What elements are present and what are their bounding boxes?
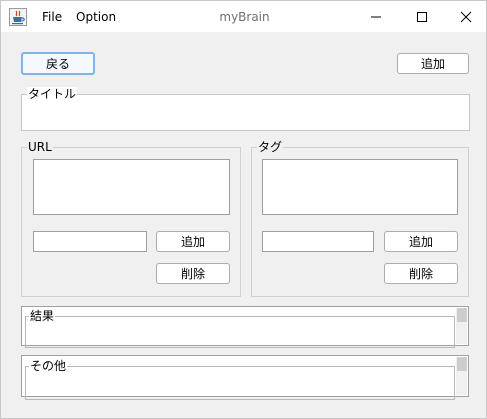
url-delete-button[interactable]: 削除 [156, 263, 230, 284]
title-field-label: タイトル [27, 87, 78, 101]
url-panel-label: URL [27, 140, 53, 154]
result-scrollbar[interactable] [456, 308, 467, 344]
tag-delete-button[interactable]: 削除 [384, 263, 458, 284]
result-content: 結果 [23, 308, 455, 348]
result-area[interactable]: 結果 [25, 309, 455, 348]
minimize-button[interactable] [353, 1, 399, 33]
close-icon [460, 11, 472, 23]
window-titlebar: File Option myBrain [0, 0, 487, 32]
result-label: 結果 [29, 309, 56, 323]
url-input[interactable] [33, 231, 147, 252]
other-scrollbar[interactable] [456, 357, 467, 395]
other-scroll-pane[interactable]: その他 [21, 355, 469, 400]
window-client-area: 戻る 追加 タイトル URL 追加 削除 タグ 追加 削除 結果 その他 [0, 32, 487, 419]
tag-list[interactable] [262, 159, 458, 215]
title-field[interactable]: タイトル [21, 87, 470, 131]
tag-panel-label: タグ [257, 140, 284, 154]
maximize-button[interactable] [399, 1, 445, 33]
result-scroll-pane[interactable]: 結果 [21, 306, 469, 348]
add-button[interactable]: 追加 [397, 53, 469, 74]
result-scrollbar-thumb[interactable] [457, 308, 467, 322]
tag-add-button[interactable]: 追加 [384, 231, 458, 252]
minimize-icon [371, 16, 381, 18]
url-panel: URL 追加 削除 [21, 140, 241, 297]
back-button[interactable]: 戻る [21, 52, 95, 75]
other-content: その他 [23, 357, 455, 400]
tag-input[interactable] [262, 231, 374, 252]
maximize-icon [417, 12, 427, 22]
close-button[interactable] [443, 1, 487, 33]
tag-panel: タグ 追加 削除 [251, 140, 469, 297]
other-scrollbar-thumb[interactable] [457, 357, 467, 371]
url-add-button[interactable]: 追加 [156, 231, 230, 252]
other-area[interactable]: その他 [25, 359, 455, 400]
other-label: その他 [29, 359, 68, 373]
url-list[interactable] [33, 159, 230, 215]
